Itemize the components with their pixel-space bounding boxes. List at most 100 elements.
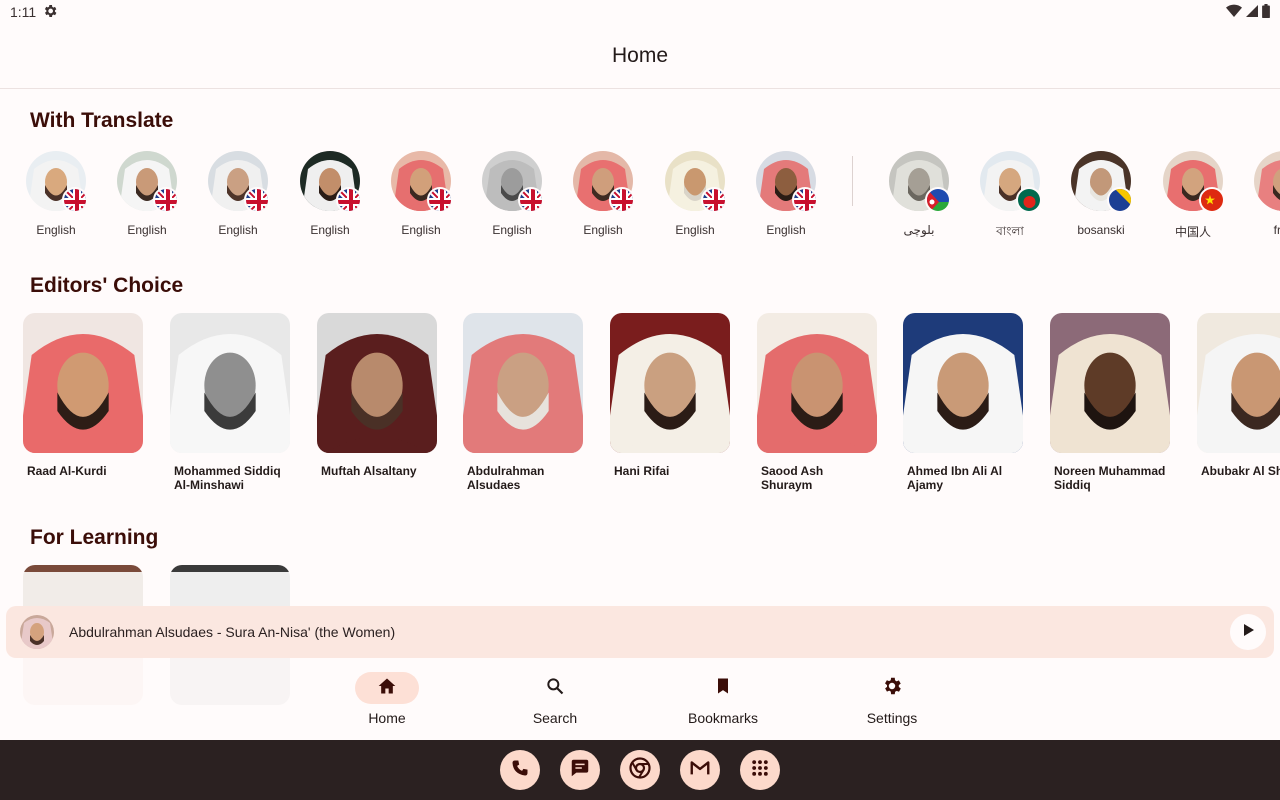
reciter-avatar [208,151,270,213]
nav-search[interactable]: Search [500,672,610,726]
chrome-app-button[interactable] [620,750,660,790]
reciter-avatar [756,151,818,213]
bosnia-flag-icon [1107,187,1133,213]
signal-icon [1246,4,1258,21]
translation-reciter-item[interactable]: 中国人 [1153,150,1233,240]
reciter-avatar [26,151,88,213]
reciter-photo [23,313,143,453]
reciter-photo [1197,313,1280,453]
translation-reciter-item[interactable]: English [290,150,370,237]
bottom-navigation: Home Search Bookmarks Settings [0,658,1280,740]
reciter-avatar [117,151,179,213]
phone-app-button[interactable] [500,750,540,790]
uk-flag-icon [518,187,544,213]
nav-pill [523,672,587,704]
now-playing-title: Abdulrahman Alsudaes - Sura An-Nisa' (th… [69,624,396,640]
editors-choice-carousel[interactable]: Raad Al-Kurdi Mohammed Siddiq Al-Minshawi… [0,313,1280,498]
editors-choice-card[interactable]: Mohammed Siddiq Al-Minshawi [170,313,292,492]
china-flag-icon [1199,187,1225,213]
reciter-photo [903,313,1023,453]
editors-choice-card[interactable]: Ahmed Ibn Ali Al Ajamy [903,313,1025,492]
translation-reciter-item[interactable]: English [16,150,96,237]
reciter-avatar [391,151,453,213]
language-label: English [401,223,441,237]
reciter-photo [1050,313,1170,453]
section-title-editors-choice: Editors' Choice [30,274,184,297]
editors-choice-card[interactable]: Saood Ash Shuraym [757,313,879,492]
nav-label: Settings [866,710,918,726]
language-label: English [492,223,532,237]
nav-bookmarks[interactable]: Bookmarks [668,672,778,726]
language-label: بلوچی [903,223,935,237]
status-time: 1:11 [10,4,37,20]
reciter-photo [317,313,437,453]
apps-app-button[interactable] [740,750,780,790]
gmail-icon [689,757,711,784]
translation-reciter-item[interactable]: বাংলা [970,150,1050,243]
editors-choice-card[interactable]: Muftah Alsaltany [317,313,439,478]
phone-icon [510,758,530,783]
messages-app-button[interactable] [560,750,600,790]
page-title: Home [611,44,669,67]
bookmark-icon [713,676,733,701]
language-label: বাংলা [996,224,1024,238]
nav-pill [860,672,924,704]
nav-settings[interactable]: Settings [837,672,947,726]
language-label: English [36,223,76,237]
status-bar: 1:11 [0,0,1280,24]
reciter-avatar [1163,151,1225,213]
bangladesh-flag-icon [1016,187,1042,213]
reciter-photo [463,313,583,453]
reciter-avatar [1071,151,1133,213]
translation-reciter-item[interactable]: English [746,150,826,237]
editors-choice-card[interactable]: Hani Rifai [610,313,732,478]
now-playing-thumbnail [20,615,54,649]
section-title-with-translate: With Translate [30,109,174,132]
reciter-avatar [573,151,635,213]
nav-home[interactable]: Home [332,672,442,726]
now-playing-bar[interactable]: Abdulrahman Alsudaes - Sura An-Nisa' (th… [6,606,1274,658]
translation-reciter-item[interactable]: بلوچی [879,150,959,237]
reciter-name: Abdulrahman Alsudaes [467,464,545,492]
nav-pill [691,672,755,704]
reciter-avatar [889,151,951,213]
translation-reciter-item[interactable]: English [381,150,461,237]
search-icon [545,676,565,701]
nav-label: Search [532,710,578,726]
top-app-bar: Home [0,24,1280,89]
reciter-photo [170,313,290,453]
uk-flag-icon [153,187,179,213]
translation-reciter-item[interactable]: bosanski [1061,150,1141,237]
section-title-for-learning: For Learning [30,526,159,549]
reciter-photo [757,313,877,453]
translation-reciter-item[interactable]: fran [1244,150,1280,237]
editors-choice-card[interactable]: Abdulrahman Alsudaes [463,313,585,492]
editors-choice-card[interactable]: Noreen Muhammad Siddiq [1050,313,1172,492]
translation-reciter-item[interactable]: English [107,150,187,237]
language-label: English [766,223,806,237]
system-taskbar [0,740,1280,800]
reciter-name: Muftah Alsaltany [321,464,417,478]
uk-flag-icon [792,187,818,213]
translate-carousel[interactable]: English English English English English Engli… [0,150,1280,245]
gmail-app-button[interactable] [680,750,720,790]
play-icon [1241,623,1255,642]
translation-reciter-item[interactable]: English [198,150,278,237]
language-label: fran [1273,223,1280,237]
reciter-avatar [665,151,727,213]
battery-icon [1262,3,1270,21]
translation-reciter-item[interactable]: English [655,150,735,237]
home-icon [377,676,397,701]
uk-flag-icon [609,187,635,213]
editors-choice-card[interactable]: Abubakr Al Sha [1197,313,1280,478]
translation-reciter-item[interactable]: English [472,150,552,237]
uk-flag-icon [62,187,88,213]
nav-label: Bookmarks [687,710,759,726]
editors-choice-card[interactable]: Raad Al-Kurdi [23,313,145,478]
reciter-avatar [980,151,1042,213]
play-button[interactable] [1230,614,1266,650]
uk-flag-icon [244,187,270,213]
translation-reciter-item[interactable]: English [563,150,643,237]
language-label: 中国人 [1174,225,1211,239]
reciter-avatar [1254,151,1280,211]
